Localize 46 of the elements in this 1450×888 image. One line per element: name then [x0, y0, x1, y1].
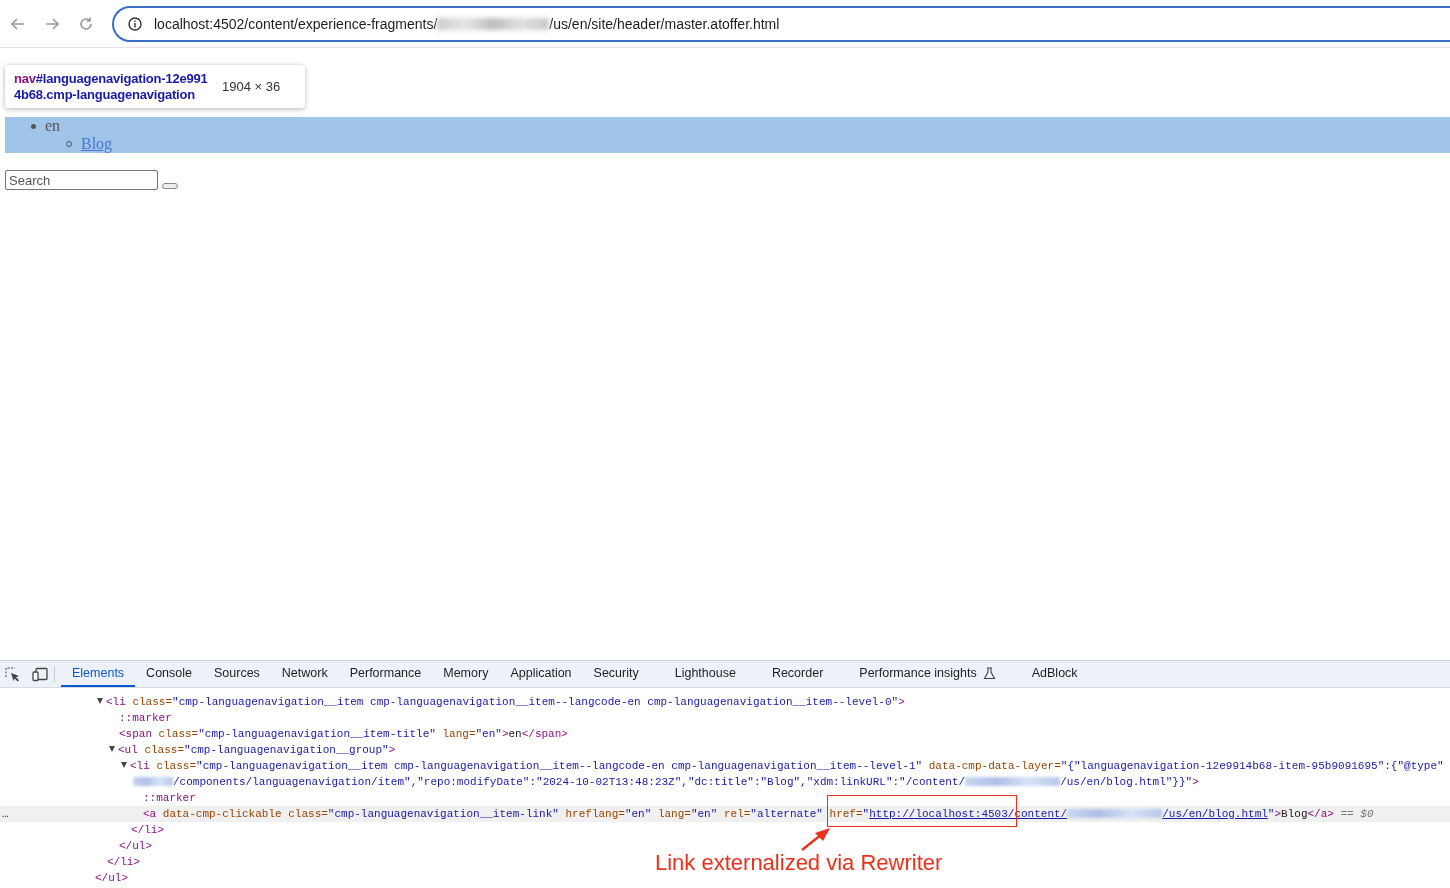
inspect-icon[interactable]	[5, 666, 20, 682]
language-label: en	[45, 117, 61, 135]
search-field[interactable]: Search	[5, 170, 158, 190]
arrow-icon	[800, 827, 832, 853]
dom-node-line[interactable]: <span class="cmp-languagenavigation__item-title" lang="en">en</span>	[119, 728, 568, 740]
devtools-tab[interactable]: Performance	[338, 661, 433, 687]
expand-arrow-icon[interactable]	[121, 762, 127, 768]
devtools-tab[interactable]: Security	[582, 661, 650, 687]
dom-node-line[interactable]: /us/en/blog.html"}}">	[1060, 776, 1199, 788]
devtools-tab[interactable]: Console	[135, 661, 203, 687]
devtools-tab[interactable]: Application	[499, 661, 583, 687]
devtools-tab[interactable]: Sources	[203, 661, 271, 687]
back-icon[interactable]	[10, 15, 26, 32]
dom-node-line[interactable]: <li class="cmp-languagenavigation__item cmp-languagenavigation__item--langcode-en cmp-languagenavigation__item--level-0">	[106, 696, 905, 708]
element-selector: nav#languagenavigation-12e9914b68.cmp-languagenavigation	[14, 70, 209, 103]
expand-arrow-icon[interactable]	[109, 746, 115, 752]
forward-icon[interactable]	[44, 15, 60, 32]
dom-node-line: </li>	[131, 824, 164, 836]
devtools-tab[interactable]: Recorder	[760, 661, 835, 687]
bullet-icon	[31, 123, 36, 129]
dom-node-line[interactable]: /components/languagenavigation/item","repo:modifyDate":"2024-10-02T13:48:23Z","dc:title":"Blog","xdm:linkURL":"/content/	[173, 776, 966, 788]
devtools-tab[interactable]: Network	[270, 661, 339, 687]
more-icon[interactable]: …	[2, 806, 9, 822]
device-toolbar-icon[interactable]	[32, 666, 48, 682]
devtools-tab[interactable]: Lighthouse	[663, 661, 747, 687]
dom-node-line: </ul>	[119, 840, 152, 852]
dom-node-line: </li>	[107, 856, 140, 868]
url-text: localhost:4502/content/experience-fragments/ /us/en/site/header/master.atoffer.html	[154, 15, 780, 32]
devtools-tab[interactable]: Elements	[61, 661, 136, 687]
dom-node-line[interactable]: ::marker	[143, 792, 196, 804]
expand-arrow-icon[interactable]	[97, 698, 103, 704]
dom-node-line[interactable]: <li class="cmp-languagenavigation__item cmp-languagenavigation__item--langcode-en cmp-languagenavigation__item--level-1" data-cmp-data-layer="{"languagenavigation-12e9914b68-item-95b9091695":{"@type"	[130, 760, 1444, 772]
address-bar[interactable]: localhost:4502/content/experience-fragments/ /us/en/site/header/master.atoffer.html	[112, 5, 1450, 42]
dom-node-line[interactable]: <ul class="cmp-languagenavigation__group">	[118, 744, 396, 756]
search-button[interactable]	[162, 183, 178, 189]
blurred-region	[133, 777, 173, 786]
dom-node-line: </ul>	[95, 872, 128, 884]
devtools-tab[interactable]: AdBlock	[1020, 661, 1089, 687]
devtools-tab[interactable]: Performance insights	[848, 661, 1007, 687]
reload-icon[interactable]	[78, 15, 94, 32]
info-icon	[128, 16, 142, 31]
annotation-text: Link externalized via Rewriter	[655, 850, 943, 876]
devtools-tab[interactable]: Memory	[432, 661, 500, 687]
dom-node-line[interactable]: ::marker	[119, 712, 172, 724]
element-size: 1904 × 36	[222, 79, 281, 94]
dom-node-line[interactable]: /us/en/blog.html">Blog</a> == $0	[1162, 808, 1374, 820]
